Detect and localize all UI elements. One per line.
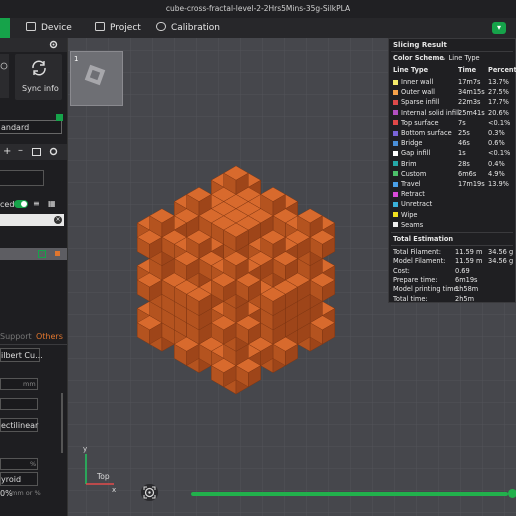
line-type-percent: 0.6% — [488, 139, 505, 148]
line-type-swatch[interactable] — [393, 99, 398, 105]
line-type-name: Gap infill — [401, 149, 431, 158]
line-type-percent: 17.7% — [488, 98, 509, 107]
line-type-time: 28s — [458, 159, 470, 168]
total-label: Prepare time: — [393, 275, 438, 284]
total-value: 1h58m — [455, 285, 479, 294]
line-type-time: 6m6s — [458, 169, 477, 178]
layer-slider-handle[interactable] — [508, 489, 516, 498]
line-type-swatch[interactable] — [393, 120, 398, 126]
total-label: Model Filament: — [393, 257, 446, 266]
line-type-swatch[interactable] — [393, 222, 398, 228]
total-label: Total time: — [393, 294, 428, 303]
line-type-percent: 4.9% — [488, 169, 505, 178]
line-type-swatch[interactable] — [393, 161, 398, 167]
slicing-result-title: Slicing Result — [393, 41, 447, 49]
total-label: Model printing time: — [393, 285, 460, 294]
total-value: 0.69 — [455, 266, 470, 275]
line-type-percent: <0.1% — [488, 118, 511, 127]
camera-target-icon — [143, 486, 156, 499]
line-type-name: Wipe — [401, 210, 418, 219]
line-type-time: 17m7s — [458, 78, 481, 86]
line-type-name: Bridge — [401, 139, 423, 148]
total-value-weight: 34.56 g — [488, 257, 514, 266]
chevron-down-icon: ⌄ — [441, 54, 449, 62]
axis-x-label: x — [112, 486, 117, 494]
header-line-type: Line Type — [393, 66, 429, 74]
color-scheme-select[interactable]: ⌄ Line Type — [441, 54, 480, 62]
line-type-name: Internal solid infill — [401, 108, 460, 117]
line-type-percent: 13.9% — [488, 180, 509, 188]
total-value: 11.59 m — [455, 257, 483, 266]
line-type-name: Custom — [401, 169, 427, 178]
divider — [391, 245, 513, 246]
total-estimation-title: Total Estimation — [393, 235, 454, 243]
header-time: Time — [458, 66, 477, 74]
line-type-time: 25m41s — [458, 108, 485, 117]
line-type-swatch[interactable] — [393, 110, 398, 116]
line-type-swatch[interactable] — [393, 181, 398, 187]
line-type-swatch[interactable] — [393, 171, 398, 177]
line-type-swatch[interactable] — [393, 201, 398, 207]
line-type-percent: 27.5% — [488, 88, 509, 97]
line-type-name: Travel — [401, 180, 421, 188]
line-type-name: Unretract — [401, 200, 433, 209]
axis-y-label: y — [83, 445, 88, 453]
line-type-swatch[interactable] — [393, 130, 398, 136]
slicing-result-panel: Slicing Result Color Scheme ⌄ Line Type … — [388, 38, 516, 303]
line-type-time: 22m3s — [458, 98, 481, 107]
line-type-time: 34m15s — [458, 88, 485, 97]
line-type-name: Inner wall — [401, 78, 434, 86]
line-type-time: 17m19s — [458, 180, 485, 188]
line-type-percent: <0.1% — [488, 149, 511, 158]
line-type-name: Bottom surface — [401, 129, 452, 137]
line-type-swatch[interactable] — [393, 89, 398, 95]
line-type-name: Retract — [401, 190, 425, 199]
line-type-percent: 20.6% — [488, 108, 509, 117]
layer-slider-track[interactable] — [191, 492, 508, 496]
view-label: Top — [97, 472, 110, 481]
line-type-name: Seams — [401, 220, 424, 229]
layer-slider-fill — [191, 492, 508, 496]
line-type-time: 1s — [458, 149, 466, 158]
line-type-swatch[interactable] — [393, 191, 398, 197]
color-scheme-value: Line Type — [448, 54, 480, 62]
line-type-swatch[interactable] — [393, 212, 398, 218]
line-type-swatch[interactable] — [393, 150, 398, 156]
line-type-name: Sparse infill — [401, 98, 440, 107]
line-type-swatch[interactable] — [393, 140, 398, 146]
line-type-percent: 0.3% — [488, 129, 505, 137]
divider — [391, 51, 513, 52]
fit-view-button[interactable] — [141, 484, 158, 501]
header-percent: Percent — [488, 66, 516, 74]
line-type-time: 7s — [458, 118, 466, 127]
line-type-time: 46s — [458, 139, 470, 148]
total-label: Total Filament: — [393, 248, 441, 256]
line-type-percent: 13.7% — [488, 78, 509, 86]
total-value: 11.59 m — [455, 248, 483, 256]
total-label: Cost: — [393, 266, 410, 275]
line-type-time: 25s — [458, 129, 470, 137]
line-type-name: Top surface — [401, 118, 439, 127]
line-type-percent: 0.4% — [488, 159, 505, 168]
total-value: 6m19s — [455, 275, 478, 284]
line-type-name: Brim — [401, 159, 417, 168]
line-type-name: Outer wall — [401, 88, 435, 97]
line-type-swatch[interactable] — [393, 79, 398, 85]
total-value: 2h5m — [455, 294, 474, 303]
color-scheme-label: Color Scheme — [393, 54, 444, 62]
total-value-weight: 34.56 g — [488, 248, 514, 256]
divider — [391, 232, 513, 233]
